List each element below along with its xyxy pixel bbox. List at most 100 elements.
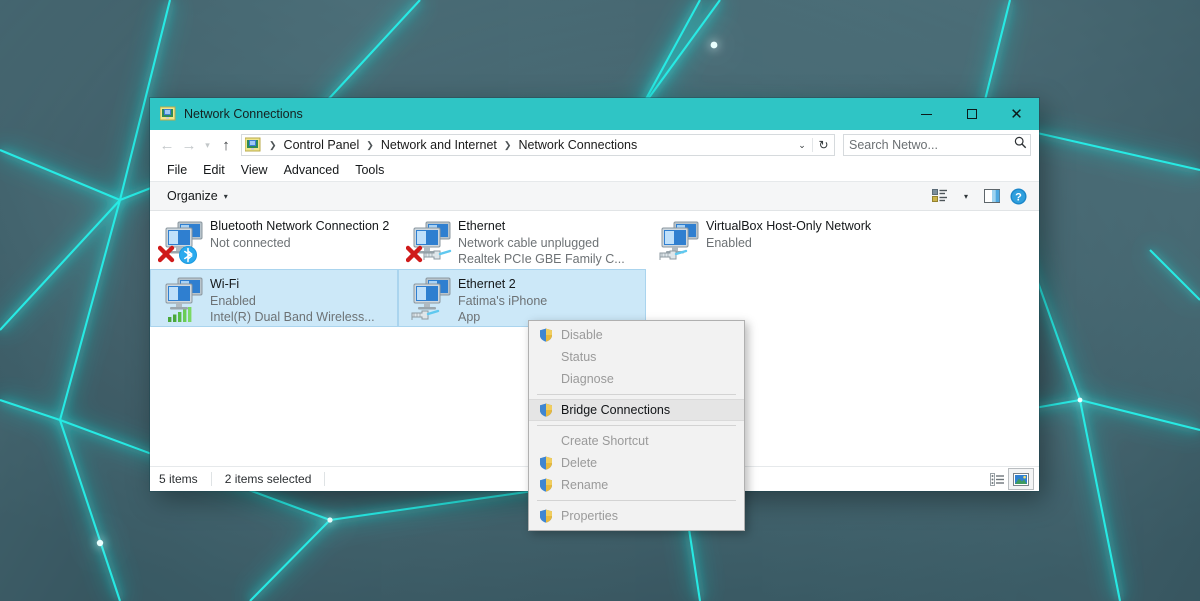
adapter-name: Bluetooth Network Connection 2 xyxy=(210,219,390,233)
red-x-overlay xyxy=(405,245,423,263)
context-menu-item-rename[interactable]: Rename xyxy=(529,474,744,496)
close-icon: ✕ xyxy=(1010,105,1023,123)
change-view-dropdown[interactable]: ▾ xyxy=(953,185,979,207)
caption-buttons: ✕ xyxy=(904,98,1039,130)
context-menu-item-status[interactable]: Status xyxy=(529,346,744,368)
adapter-icon xyxy=(405,218,458,266)
context-menu-item-label: Status xyxy=(561,350,597,364)
list-item[interactable]: Ethernet 2 Fatima's iPhone App xyxy=(398,269,646,327)
list-item[interactable]: VirtualBox Host-Only Network Enabled xyxy=(646,211,894,269)
adapter-icon xyxy=(157,218,210,266)
change-view-button[interactable] xyxy=(927,185,953,207)
uac-shield-icon xyxy=(539,456,561,470)
adapter-status: Fatima's iPhone xyxy=(458,293,548,308)
refresh-icon[interactable]: ↻ xyxy=(812,138,834,152)
toolbar: Organize ▾ ▾ ? xyxy=(150,182,1039,211)
adapter-name: VirtualBox Host-Only Network xyxy=(706,219,872,233)
details-view-button[interactable] xyxy=(985,469,1009,489)
organize-button[interactable]: Organize ▾ xyxy=(159,186,236,206)
list-item-text: Ethernet 2 Fatima's iPhone App xyxy=(458,272,547,325)
menu-advanced[interactable]: Advanced xyxy=(276,161,348,180)
minimize-button[interactable] xyxy=(904,98,949,130)
large-icons-view-button[interactable] xyxy=(1008,468,1034,490)
help-icon: ? xyxy=(1010,188,1026,204)
context-menu-item-disable[interactable]: Disable xyxy=(529,324,744,346)
recent-locations-button[interactable]: ▾ xyxy=(200,134,215,156)
bluetooth-badge-icon xyxy=(179,246,197,264)
network-connections-icon xyxy=(160,106,176,121)
adapter-icon xyxy=(406,276,458,324)
window-titlebar[interactable]: Network Connections ✕ xyxy=(150,98,1039,130)
context-menu-item-label: Properties xyxy=(561,509,618,523)
search-icon[interactable] xyxy=(1010,136,1030,154)
adapter-status: Enabled xyxy=(706,235,752,250)
adapter-device: Intel(R) Dual Band Wireless... xyxy=(210,309,375,324)
context-menu-separator xyxy=(537,425,736,426)
chevron-down-icon: ▾ xyxy=(223,191,228,201)
context-menu-item-properties[interactable]: Properties xyxy=(529,505,744,527)
context-menu-item-bridge-connections[interactable]: Bridge Connections xyxy=(529,399,744,421)
adapter-status: Network cable unplugged xyxy=(458,235,600,250)
menu-view[interactable]: View xyxy=(233,161,276,180)
adapter-status: Not connected xyxy=(210,235,291,250)
breadcrumb-separator: ❯ xyxy=(366,139,374,150)
svg-text:?: ? xyxy=(1015,191,1022,203)
address-bar: ← → ▾ ↑ ❯ Control Panel ❯ Network and In… xyxy=(150,130,1039,160)
search-input[interactable] xyxy=(844,138,1010,152)
two-monitors-glyph xyxy=(165,277,203,310)
search-box[interactable] xyxy=(843,134,1031,156)
context-menu-separator xyxy=(537,394,736,395)
adapter-device: Realtek PCIe GBE Family C... xyxy=(458,251,625,266)
adapter-status: Enabled xyxy=(210,293,256,308)
maximize-button[interactable] xyxy=(949,98,994,130)
menu-file[interactable]: File xyxy=(159,161,195,180)
context-menu-item-label: Disable xyxy=(561,328,603,342)
list-item[interactable]: Bluetooth Network Connection 2 Not conne… xyxy=(150,211,398,269)
menu-tools[interactable]: Tools xyxy=(347,161,392,180)
two-monitors-glyph xyxy=(413,277,451,310)
breadcrumb[interactable]: ❯ Control Panel ❯ Network and Internet ❯… xyxy=(241,134,835,156)
breadcrumb-separator: ❯ xyxy=(503,139,512,150)
breadcrumb-control-panel[interactable]: Control Panel xyxy=(282,138,362,152)
context-menu-separator xyxy=(537,500,736,501)
chevron-down-icon[interactable]: ⌄ xyxy=(792,140,812,151)
status-selected-count: 2 items selected xyxy=(212,472,326,486)
connections-row-1: Bluetooth Network Connection 2 Not conne… xyxy=(150,211,1039,269)
adapter-icon xyxy=(654,218,706,266)
list-item-text: VirtualBox Host-Only Network Enabled xyxy=(706,214,871,251)
help-button[interactable]: ? xyxy=(1005,185,1031,207)
adapter-name: Wi-Fi xyxy=(210,277,240,291)
forward-button[interactable]: → xyxy=(178,134,200,156)
red-x-overlay xyxy=(157,245,175,263)
context-menu-item-diagnose[interactable]: Diagnose xyxy=(529,368,744,390)
menu-bar: File Edit View Advanced Tools xyxy=(150,160,1039,182)
breadcrumb-network-and-internet[interactable]: Network and Internet xyxy=(379,138,499,152)
chevron-down-icon: ▾ xyxy=(963,191,968,201)
list-item-text: Ethernet Network cable unplugged Realtek… xyxy=(458,214,625,267)
list-item[interactable]: Wi-Fi Enabled Intel(R) Dual Band Wireles… xyxy=(150,269,398,327)
list-item-text: Bluetooth Network Connection 2 Not conne… xyxy=(210,214,389,251)
context-menu-item-label: Create Shortcut xyxy=(561,434,649,448)
uac-shield-icon xyxy=(539,478,561,492)
up-button[interactable]: ↑ xyxy=(215,134,237,156)
change-view-icon xyxy=(932,189,947,202)
preview-pane-button[interactable] xyxy=(979,185,1005,207)
uac-shield-icon xyxy=(539,328,561,342)
uac-shield-icon xyxy=(539,403,561,417)
menu-edit[interactable]: Edit xyxy=(195,161,233,180)
context-menu[interactable]: Disable Status Diagnose Bridge Connectio… xyxy=(528,320,745,531)
large-icons-view-icon xyxy=(1013,472,1029,486)
minimize-icon xyxy=(921,113,932,115)
context-menu-item-delete[interactable]: Delete xyxy=(529,452,744,474)
back-button[interactable]: ← xyxy=(156,134,178,156)
context-menu-item-create-shortcut[interactable]: Create Shortcut xyxy=(529,430,744,452)
context-menu-item-label: Bridge Connections xyxy=(561,403,671,417)
preview-pane-icon xyxy=(984,189,1000,203)
close-button[interactable]: ✕ xyxy=(994,98,1039,130)
window-title: Network Connections xyxy=(184,107,303,121)
desktop: Network Connections ✕ ← → ▾ ↑ ❯ Control … xyxy=(0,0,1200,601)
context-menu-item-label: Rename xyxy=(561,478,609,492)
breadcrumb-network-connections[interactable]: Network Connections xyxy=(516,138,639,152)
list-item[interactable]: Ethernet Network cable unplugged Realtek… xyxy=(398,211,646,269)
rj45-cable-badge-icon xyxy=(659,249,688,260)
